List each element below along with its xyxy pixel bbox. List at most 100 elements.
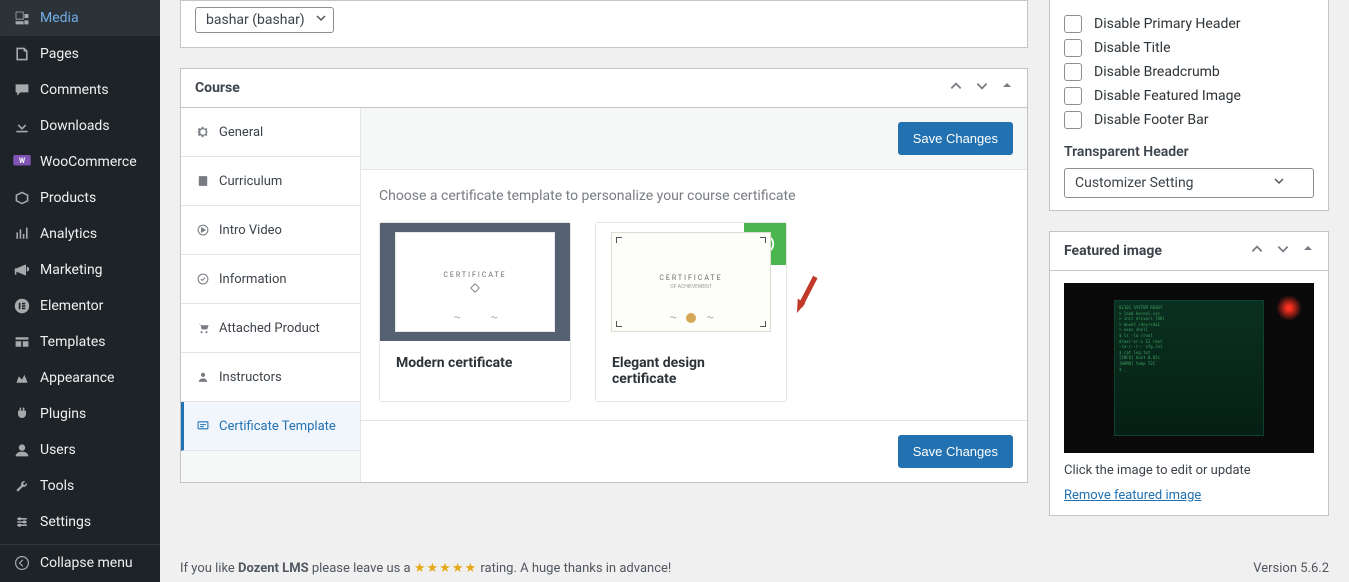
tab-information[interactable]: Information [181, 255, 360, 304]
collapse-menu[interactable]: Collapse menu [0, 544, 160, 581]
checkbox-label: Disable Featured Image [1094, 88, 1241, 104]
course-panel: Course General Curriculum Intro Vi [180, 68, 1028, 483]
footer-message: If you like Dozent LMS please leave us a… [180, 561, 671, 576]
gear-icon [195, 124, 211, 140]
play-icon [195, 222, 211, 238]
chevron-down-icon [315, 12, 327, 28]
move-down-icon[interactable] [1276, 242, 1290, 260]
tab-label: Instructors [219, 370, 282, 385]
svg-text:W: W [19, 157, 26, 165]
featured-image-preview[interactable]: 01101 SYSTEM READY> load kernel.sys> ini… [1064, 283, 1314, 453]
tab-content: Save Changes Choose a certificate templa… [361, 108, 1027, 482]
tab-certificate-template[interactable]: Certificate Template [181, 402, 360, 451]
certificate-thumbnail: CERTIFICATE ～～ [380, 223, 570, 341]
move-up-icon[interactable] [949, 79, 963, 97]
book-icon [195, 173, 211, 189]
certificate-name: Modern certificate [380, 341, 570, 385]
checkbox-row: Disable Footer Bar [1064, 108, 1314, 132]
templates-icon [12, 332, 32, 352]
tab-intro-video[interactable]: Intro Video [181, 206, 360, 255]
save-changes-button-top[interactable]: Save Changes [898, 122, 1013, 155]
sidebar-item-settings[interactable]: Settings [0, 504, 160, 540]
sidebar-item-label: Downloads [40, 118, 110, 134]
certificate-preview: CERTIFICATE OF ACHIEVEMENT ～～ [611, 232, 771, 332]
collapse-label: Collapse menu [40, 555, 133, 571]
tab-label: General [219, 125, 263, 140]
select-value: Customizer Setting [1075, 175, 1194, 191]
tab-attached-product[interactable]: Attached Product [181, 304, 360, 353]
disable-footer-bar-checkbox[interactable] [1064, 111, 1082, 129]
metabox-body: Disable Primary Header Disable Title Dis… [1050, 0, 1328, 210]
sidebar-item-appearance[interactable]: Appearance [0, 360, 160, 396]
checkbox-row: Disable Primary Header [1064, 12, 1314, 36]
metabox-body: 01101 SYSTEM READY> load kernel.sys> ini… [1050, 271, 1328, 515]
right-sidebar: Disable Primary Header Disable Title Dis… [1049, 0, 1329, 536]
tab-label: Attached Product [219, 321, 320, 336]
save-changes-button-bottom[interactable]: Save Changes [898, 435, 1013, 468]
disable-primary-header-checkbox[interactable] [1064, 15, 1082, 33]
tab-label: Information [219, 272, 287, 287]
product-name: Dozent LMS [238, 561, 309, 576]
plugins-icon [12, 404, 32, 424]
marketing-icon [12, 260, 32, 280]
sidebar-item-downloads[interactable]: Downloads [0, 108, 160, 144]
sidebar-item-label: Elementor [40, 298, 103, 314]
disable-title-checkbox[interactable] [1064, 39, 1082, 57]
sidebar-item-products[interactable]: Products [0, 180, 160, 216]
tab-general[interactable]: General [181, 108, 360, 157]
sidebar-item-label: Products [40, 190, 96, 206]
sidebar-item-woocommerce[interactable]: W WooCommerce [0, 144, 160, 180]
metabox-title: Featured image [1064, 243, 1162, 259]
sidebar-item-elementor[interactable]: Elementor [0, 288, 160, 324]
featured-image-box: Featured image 01101 SYSTEM READY> load … [1049, 231, 1329, 516]
disable-breadcrumb-checkbox[interactable] [1064, 63, 1082, 81]
sidebar-item-tools[interactable]: Tools [0, 468, 160, 504]
sidebar-item-media[interactable]: Media [0, 0, 160, 36]
cert-preview-title: CERTIFICATE [659, 274, 722, 282]
sidebar-item-label: Comments [40, 82, 109, 98]
tab-label: Curriculum [219, 174, 282, 189]
instructor-icon [195, 369, 211, 385]
sidebar-item-analytics[interactable]: Analytics [0, 216, 160, 252]
download-icon [12, 116, 32, 136]
remove-featured-image-link[interactable]: Remove featured image [1064, 488, 1201, 503]
toggle-panel-icon[interactable] [1302, 242, 1314, 260]
checkbox-label: Disable Breadcrumb [1094, 64, 1220, 80]
sidebar-item-users[interactable]: Users [0, 432, 160, 468]
media-icon [12, 8, 32, 28]
author-select[interactable]: bashar (bashar) [195, 7, 334, 33]
sidebar-item-pages[interactable]: Pages [0, 36, 160, 72]
transparent-header-label: Transparent Header [1064, 144, 1314, 160]
analytics-icon [12, 224, 32, 244]
sidebar-item-templates[interactable]: Templates [0, 324, 160, 360]
certificate-thumbnail: CERTIFICATE OF ACHIEVEMENT ～～ [596, 223, 786, 341]
page-icon [12, 44, 32, 64]
cert-preview-title: CERTIFICATE [443, 271, 506, 279]
cart-icon [195, 320, 211, 336]
certificate-card-modern[interactable]: CERTIFICATE ～～ Modern certificate [379, 222, 571, 402]
toolbar-top: Save Changes [361, 108, 1027, 170]
tab-instructors[interactable]: Instructors [181, 353, 360, 402]
toggle-panel-icon[interactable] [1001, 79, 1013, 97]
tools-icon [12, 476, 32, 496]
author-selected-value: bashar (bashar) [206, 12, 305, 28]
sidebar-item-plugins[interactable]: Plugins [0, 396, 160, 432]
sidebar-item-label: Users [40, 442, 76, 458]
certificate-preview: CERTIFICATE ～～ [395, 232, 555, 332]
move-down-icon[interactable] [975, 79, 989, 97]
move-up-icon[interactable] [1250, 242, 1264, 260]
admin-footer: If you like Dozent LMS please leave us a… [180, 561, 1329, 576]
metabox-controls [1250, 242, 1314, 260]
rating-stars-link[interactable]: ★★★★★ [414, 561, 477, 576]
checkbox-row: Disable Featured Image [1064, 84, 1314, 108]
certificate-card-elegant[interactable]: CERTIFICATE OF ACHIEVEMENT ～～ Elegant de… [595, 222, 787, 402]
comment-icon [12, 80, 32, 100]
sidebar-item-marketing[interactable]: Marketing [0, 252, 160, 288]
sidebar-item-label: Analytics [40, 226, 97, 242]
sidebar-item-comments[interactable]: Comments [0, 72, 160, 108]
panel-controls [949, 79, 1013, 97]
transparent-header-select[interactable]: Customizer Setting [1064, 168, 1314, 198]
metabox-header: Featured image [1050, 232, 1328, 271]
tab-curriculum[interactable]: Curriculum [181, 157, 360, 206]
disable-featured-image-checkbox[interactable] [1064, 87, 1082, 105]
